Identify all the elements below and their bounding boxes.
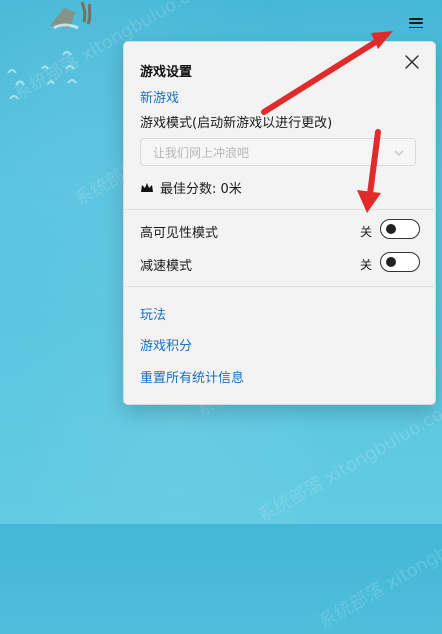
game-mode-select-value: 让我们网上冲浪吧 — [153, 145, 250, 160]
chevron-down-icon — [394, 150, 404, 157]
reset-stats-link[interactable]: 重置所有统计信息 — [140, 367, 244, 386]
toggle-knob — [386, 224, 396, 234]
close-icon[interactable] — [403, 53, 421, 71]
crown-icon — [141, 182, 153, 192]
toggle-knob — [386, 257, 396, 267]
menu-button[interactable] — [403, 10, 429, 36]
panel-title: 游戏设置 — [140, 65, 193, 80]
setting-label: 高可见性模式 — [140, 226, 219, 241]
divider — [125, 286, 436, 287]
high-visibility-toggle[interactable] — [380, 219, 420, 239]
hamburger-menu-icon — [409, 18, 423, 28]
setting-state: 关 — [359, 225, 372, 239]
game-mode-label: 游戏模式(启动新游戏以进行更改) — [140, 116, 333, 131]
best-score-text: 最佳分数: 0米 — [160, 182, 242, 197]
game-points-link[interactable]: 游戏积分 — [140, 335, 192, 354]
game-mode-select[interactable]: 让我们网上冲浪吧 — [140, 138, 416, 166]
setting-slow-mode: 减速模式 关 — [140, 251, 420, 275]
game-settings-panel: 游戏设置 新游戏 游戏模式(启动新游戏以进行更改) 让我们网上冲浪吧 最佳分数:… — [123, 41, 436, 405]
how-to-play-link[interactable]: 玩法 — [140, 304, 166, 323]
setting-state: 关 — [359, 258, 372, 272]
divider — [125, 209, 436, 210]
best-score: 最佳分数: 0米 — [140, 178, 242, 197]
setting-label: 减速模式 — [140, 259, 193, 274]
wave-specks — [7, 51, 77, 100]
new-game-link[interactable]: 新游戏 — [140, 87, 179, 106]
setting-high-visibility: 高可见性模式 关 — [140, 218, 420, 242]
slow-mode-toggle[interactable] — [380, 252, 420, 272]
shipwreck-icon — [50, 1, 92, 30]
